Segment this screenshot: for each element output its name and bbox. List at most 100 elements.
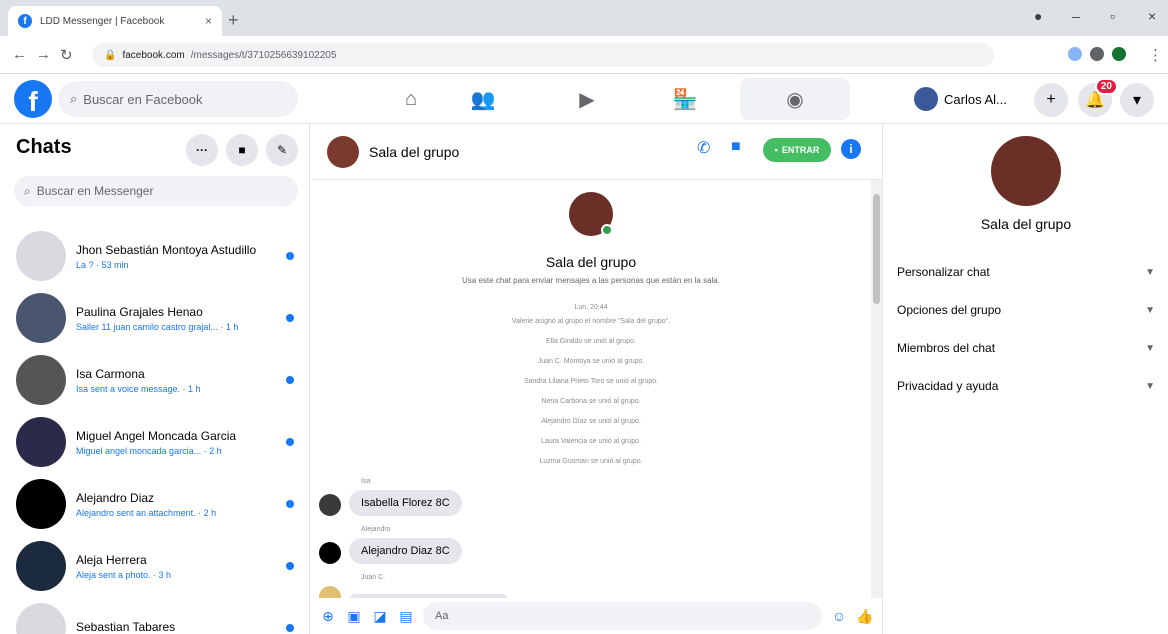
message-sender: Isa	[361, 478, 371, 485]
profile-name: Carlos Al...	[944, 91, 1007, 107]
avatar	[914, 87, 938, 111]
join-room-button[interactable]: ▪ ENTRAR	[763, 138, 831, 162]
new-tab-button[interactable]: +	[228, 10, 239, 31]
groups-icon[interactable]: ◉	[740, 78, 850, 120]
new-message-button[interactable]: ✎	[266, 134, 298, 166]
url-field[interactable]: 🔒 facebook.com/messages/t/37102566391022…	[92, 43, 994, 67]
chevron-down-icon: ▼	[1145, 266, 1155, 278]
create-button[interactable]: +	[1034, 83, 1068, 117]
section-chat-members[interactable]: Miembros del chat ▼	[897, 336, 1155, 360]
friends-icon[interactable]: 👥	[428, 78, 538, 120]
message-row: Isa Isabella Florez 8C	[319, 478, 462, 516]
group-avatar[interactable]	[327, 135, 359, 168]
system-message: Laura Valencia se unió al grupo.	[541, 438, 641, 445]
unread-dot	[286, 252, 294, 260]
info-panel-name: Sala del grupo	[980, 216, 1072, 232]
messenger-search-input[interactable]: ⌕ Buscar en Messenger	[14, 176, 298, 206]
video-icon: ■	[238, 143, 246, 157]
back-arrow-icon[interactable]: ←	[12, 46, 27, 63]
group-name: Sala del grupo	[545, 254, 637, 270]
account-icon[interactable]: ●	[1034, 8, 1042, 24]
avatar[interactable]	[319, 494, 341, 516]
message-bubble[interactable]: Isabella Florez 8C	[349, 490, 462, 516]
chat-list-item[interactable]: Miguel Angel Moncada Garcia Miguel angel …	[8, 412, 302, 472]
section-personalize-chat[interactable]: Personalizar chat ▼	[897, 260, 1155, 284]
notifications-button[interactable]: 🔔 20	[1078, 78, 1118, 117]
conversation-title[interactable]: Sala del grupo	[369, 144, 459, 160]
plus-icon: +	[1046, 91, 1056, 108]
chat-snippet: La ? · 53 min	[76, 259, 129, 270]
message-list[interactable]: Sala del grupo Usa este chat para enviar…	[311, 180, 871, 598]
avatar[interactable]	[319, 586, 341, 598]
extension-icon[interactable]	[1068, 47, 1082, 61]
system-message: Sandra Liliana Prieto Toro se unió al gr…	[523, 378, 659, 385]
tab-close-icon[interactable]: ×	[205, 14, 212, 28]
system-message: Lun, 20:44	[574, 304, 608, 311]
section-label: Personalizar chat	[897, 265, 990, 279]
message-input[interactable]: Aa	[423, 602, 822, 630]
plus-circle-icon[interactable]: ⊕	[319, 607, 337, 625]
avatar[interactable]	[319, 542, 341, 564]
message-sender: Juan C.	[361, 574, 386, 581]
unread-dot	[286, 376, 294, 384]
chat-list-item[interactable]: Paulina Grajales Henao Saller 11 juan cam…	[8, 288, 302, 348]
conversation-panel: Sala del grupo ✆ ■ ▪ ENTRAR i Sala del gr…	[311, 124, 882, 634]
scrollbar-thumb[interactable]	[873, 194, 880, 304]
reload-icon[interactable]: ↻	[60, 46, 73, 64]
chat-list-item[interactable]: Sebastian Tabares	[8, 598, 302, 634]
forward-arrow-icon[interactable]: →	[36, 46, 51, 63]
unread-dot	[286, 500, 294, 508]
system-message: Valerie asignó al grupo el nombre "Sala …	[511, 318, 671, 325]
profile-icon[interactable]	[1112, 47, 1126, 61]
message-bubble[interactable]: Alejandro Diaz 8C	[349, 538, 462, 564]
group-avatar-large	[569, 192, 613, 236]
section-label: Privacidad y ayuda	[897, 379, 999, 393]
message-placeholder: Aa	[435, 610, 449, 622]
facebook-search-input[interactable]: ⌕ Buscar en Facebook	[58, 81, 298, 117]
url-host: facebook.com	[122, 49, 185, 61]
close-window-button[interactable]: ×	[1148, 8, 1156, 24]
facebook-logo-icon[interactable]: f	[14, 80, 52, 118]
gif-icon[interactable]: ▤	[397, 607, 415, 625]
chat-list-item[interactable]: Isa Carmona Isa sent a voice message. · 1…	[8, 350, 302, 410]
message-scrollbar[interactable]	[871, 180, 882, 598]
facebook-search-placeholder: Buscar en Facebook	[83, 91, 203, 107]
emoji-icon[interactable]: ☺	[830, 607, 848, 625]
section-group-options[interactable]: Opciones del grupo ▼	[897, 298, 1155, 322]
chat-list-item[interactable]: Jhon Sebastián Montoya Astudillo La ? · 5…	[8, 226, 302, 286]
chat-snippet: Saller 11 juan camilo castro grajal... ·…	[76, 321, 239, 332]
chat-list-item[interactable]: Alejandro Diaz Alejandro sent an attachme…	[8, 474, 302, 534]
avatar	[16, 231, 66, 281]
browser-menu-icon[interactable]: ⋮	[1148, 46, 1163, 64]
avatar	[16, 541, 66, 591]
marketplace-icon[interactable]: 🏪	[630, 78, 740, 120]
thumbs-up-icon[interactable]: 👍	[856, 607, 874, 625]
sticker-icon[interactable]: ◪	[371, 607, 389, 625]
avatar	[16, 603, 66, 634]
account-menu-button[interactable]: ▾	[1120, 83, 1154, 117]
puzzle-icon[interactable]	[1090, 47, 1104, 61]
info-icon[interactable]: i	[841, 139, 861, 159]
message-composer: ⊕ ▣ ◪ ▤ Aa ☺ 👍	[311, 598, 882, 634]
message-row: Juan C.	[319, 574, 509, 598]
maximize-button[interactable]: ▫	[1110, 8, 1115, 24]
chat-name: Alejandro Diaz	[76, 490, 155, 505]
search-icon: ⌕	[24, 183, 31, 198]
chevron-down-icon: ▼	[1145, 342, 1155, 354]
phone-icon[interactable]: ✆	[697, 138, 710, 158]
minimize-button[interactable]: –	[1072, 8, 1080, 24]
video-call-icon[interactable]: ■	[731, 138, 741, 156]
profile-chip[interactable]: Carlos Al...	[910, 84, 1015, 114]
video-call-button[interactable]: ■	[226, 134, 258, 166]
watch-icon[interactable]: ▶	[532, 78, 642, 120]
unread-dot	[286, 624, 294, 632]
image-icon[interactable]: ▣	[345, 607, 363, 625]
search-icon: ⌕	[70, 91, 78, 106]
chat-name: Isa Carmona	[76, 366, 145, 381]
chat-snippet: Miguel angel moncada garcia... · 2 h	[76, 445, 222, 456]
browser-tab[interactable]: f LDD Messenger | Facebook ×	[8, 6, 222, 36]
section-privacy-help[interactable]: Privacidad y ayuda ▼	[897, 374, 1155, 398]
unread-dot	[286, 562, 294, 570]
chat-list-item[interactable]: Aleja Herrera Aleja sent a photo. · 3 h	[8, 536, 302, 596]
options-button[interactable]: ···	[186, 134, 218, 166]
